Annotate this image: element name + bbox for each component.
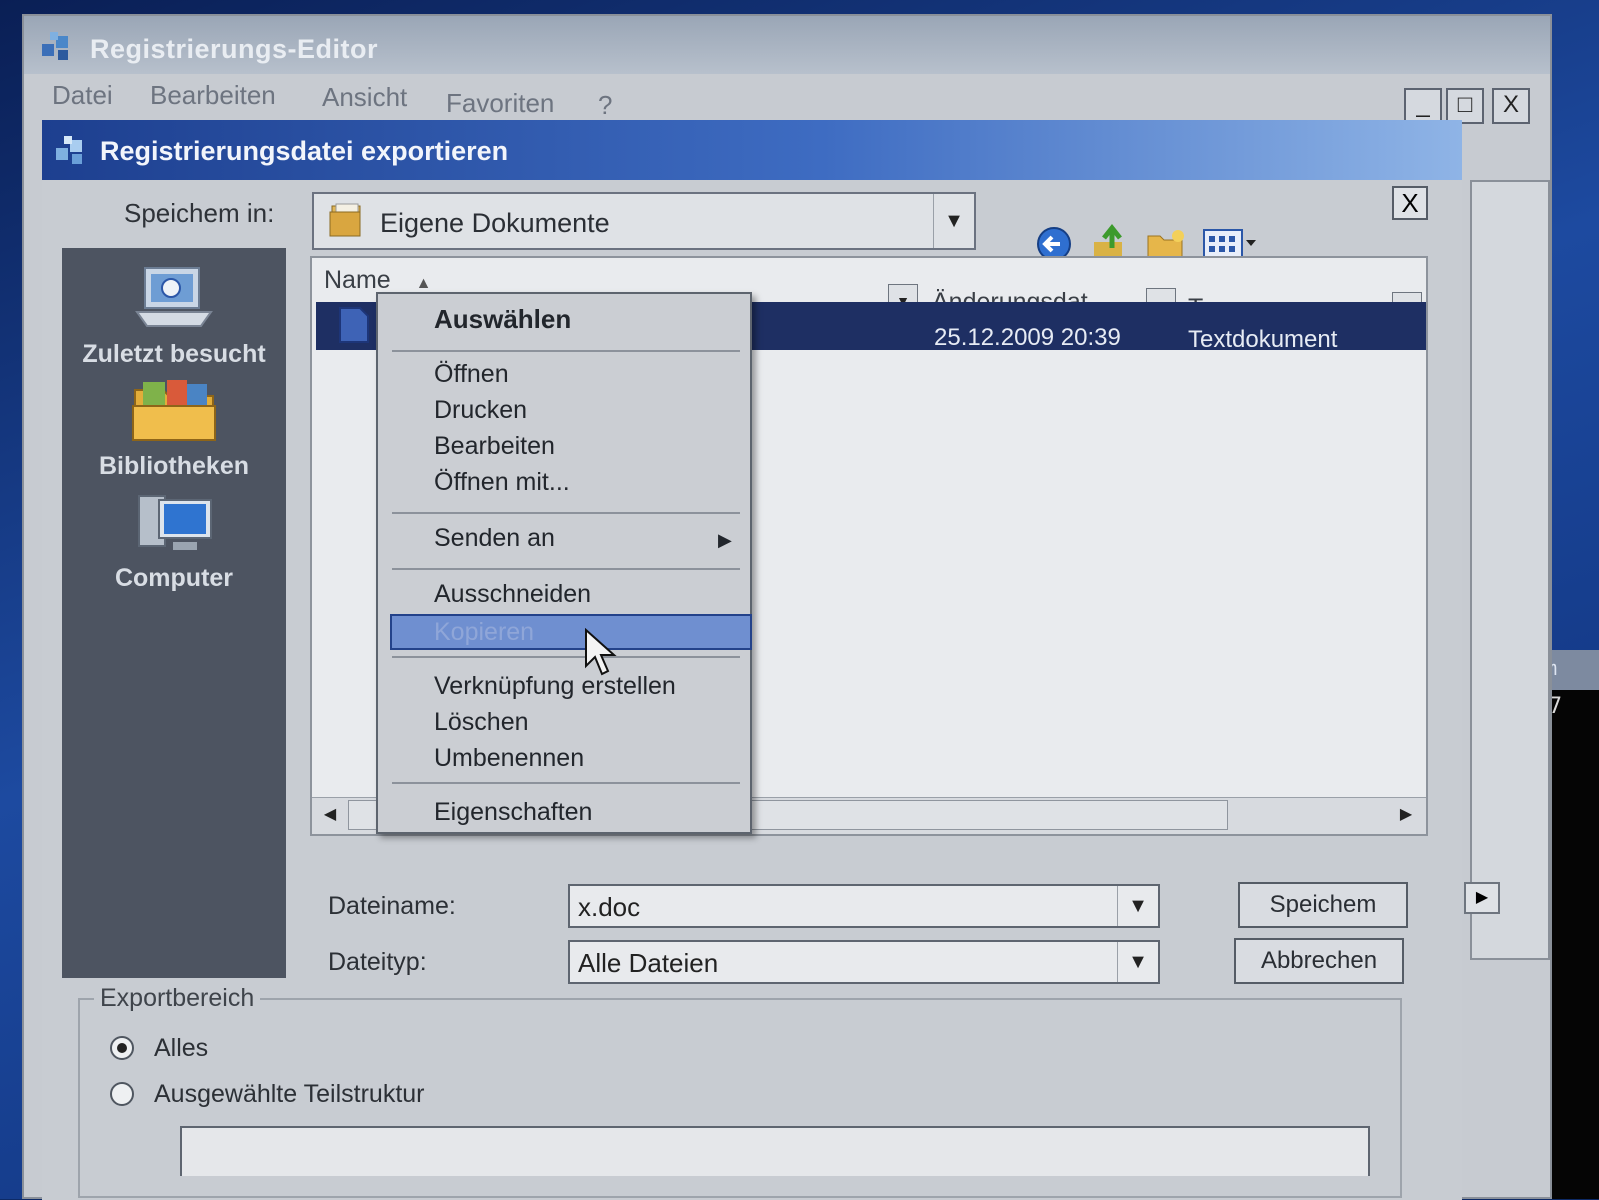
scroll-left-icon[interactable]: ◀ [314, 800, 346, 830]
radio-all[interactable] [110, 1036, 134, 1060]
menu-favoriten[interactable]: Favoriten [446, 88, 554, 119]
filename-value: x.doc [578, 892, 641, 922]
export-range-title: Exportbereich [94, 984, 261, 1013]
text-document-icon [339, 307, 369, 343]
export-range-group: Exportbereich Alles Ausgewählte Teilstru… [78, 984, 1402, 1198]
menu-item-print[interactable]: Drucken [434, 396, 527, 425]
chevron-down-icon[interactable]: ▼ [1117, 886, 1158, 926]
submenu-arrow-icon: ▶ [718, 530, 732, 550]
menu-item-open[interactable]: Öffnen [434, 360, 509, 389]
place-computer[interactable]: Computer [62, 492, 286, 593]
save-in-value: Eigene Dokumente [380, 208, 610, 238]
registry-editor-icon [56, 136, 82, 164]
menu-item-properties[interactable]: Eigenschaften [434, 798, 592, 827]
menu-item-send-to[interactable]: Senden an [434, 524, 555, 553]
menu-item-rename[interactable]: Umbenennen [434, 744, 584, 773]
menu-datei[interactable]: Datei [52, 80, 113, 111]
menu-item-copy[interactable]: Kopieren [390, 614, 752, 650]
radio-subtree-label: Ausgewählte Teilstruktur [154, 1080, 425, 1108]
radio-subtree[interactable] [110, 1082, 134, 1106]
place-recent-label: Zuletzt besucht [82, 340, 266, 368]
menu-help[interactable]: ? [598, 90, 612, 121]
regedit-titlebar[interactable]: Registrierungs-Editor [24, 16, 1550, 74]
registry-editor-window: Registrierungs-Editor Datei Bearbeiten A… [22, 14, 1552, 1200]
menu-separator [392, 350, 740, 352]
menu-item-create-shortcut[interactable]: Verknüpfung erstellen [434, 672, 676, 701]
maximize-button[interactable]: □ [1446, 88, 1484, 124]
menu-item-open-with[interactable]: Öffnen mit... [434, 468, 570, 497]
places-bar: Zuletzt besucht Bibliotheken Computer [62, 248, 286, 978]
scroll-right-icon[interactable]: ▶ [1390, 800, 1422, 830]
column-name-label: Name [324, 266, 391, 294]
export-dialog: Registrierungsdatei exportieren X Speich… [42, 120, 1462, 1200]
minimize-button[interactable]: _ [1404, 88, 1442, 124]
close-button[interactable]: X [1492, 88, 1530, 124]
mouse-cursor-icon [585, 628, 617, 676]
radio-all-label: Alles [154, 1034, 209, 1062]
chevron-down-icon[interactable]: ▼ [933, 194, 974, 248]
save-in-dropdown[interactable]: Eigene Dokumente ▼ [312, 192, 976, 250]
menu-ansicht[interactable]: Ansicht [322, 82, 407, 113]
scroll-right-button[interactable]: ▶ [1464, 882, 1500, 914]
file-date: 25.12.2009 20:39 [934, 324, 1121, 351]
filetype-value: Alle Dateien [578, 948, 719, 978]
menu-item-select[interactable]: Auswählen [434, 304, 571, 335]
regedit-right-pane [1470, 180, 1550, 960]
menu-separator [392, 782, 740, 784]
regedit-title: Registrierungs-Editor [90, 34, 379, 64]
filetype-dropdown[interactable]: Alle Dateien ▼ [568, 940, 1160, 984]
registry-editor-icon [42, 32, 68, 60]
context-menu: Auswählen Öffnen Drucken Bearbeiten Öffn… [376, 292, 752, 834]
save-button[interactable]: Speichem [1238, 882, 1408, 928]
dialog-titlebar[interactable]: Registrierungsdatei exportieren [42, 120, 1462, 180]
place-libraries-label: Bibliotheken [98, 452, 249, 480]
dialog-title: Registrierungsdatei exportieren [100, 136, 509, 166]
menu-separator [392, 656, 740, 658]
filename-input[interactable]: x.doc ▼ [568, 884, 1160, 928]
menu-item-delete[interactable]: Löschen [434, 708, 529, 737]
documents-folder-icon [329, 203, 361, 237]
libraries-icon [132, 380, 216, 441]
menu-separator [392, 568, 740, 570]
computer-icon [138, 495, 212, 550]
chevron-down-icon[interactable]: ▼ [1117, 942, 1158, 982]
subtree-input[interactable] [180, 1126, 1370, 1176]
menu-separator [392, 512, 740, 514]
sort-ascending-icon: ▲ [415, 275, 432, 292]
place-computer-label: Computer [114, 564, 234, 592]
dialog-close-button[interactable]: X [1392, 186, 1428, 220]
file-type: Textdokument [1188, 326, 1338, 353]
filename-label: Dateiname: [328, 892, 456, 920]
menu-item-edit[interactable]: Bearbeiten [434, 432, 555, 461]
menu-bar: Datei Bearbeiten Ansicht Favoriten ? [24, 74, 1550, 120]
place-libraries[interactable]: Bibliotheken [62, 376, 286, 481]
recent-places-icon [135, 267, 213, 327]
place-recent[interactable]: Zuletzt besucht [62, 260, 286, 369]
cancel-button[interactable]: Abbrechen [1234, 938, 1404, 984]
save-in-label: Speichem in: [124, 198, 275, 228]
filetype-label: Dateityp: [328, 948, 427, 976]
menu-bearbeiten[interactable]: Bearbeiten [150, 80, 276, 111]
menu-item-copy-label: Kopieren [434, 618, 535, 646]
menu-item-cut[interactable]: Ausschneiden [434, 580, 591, 609]
